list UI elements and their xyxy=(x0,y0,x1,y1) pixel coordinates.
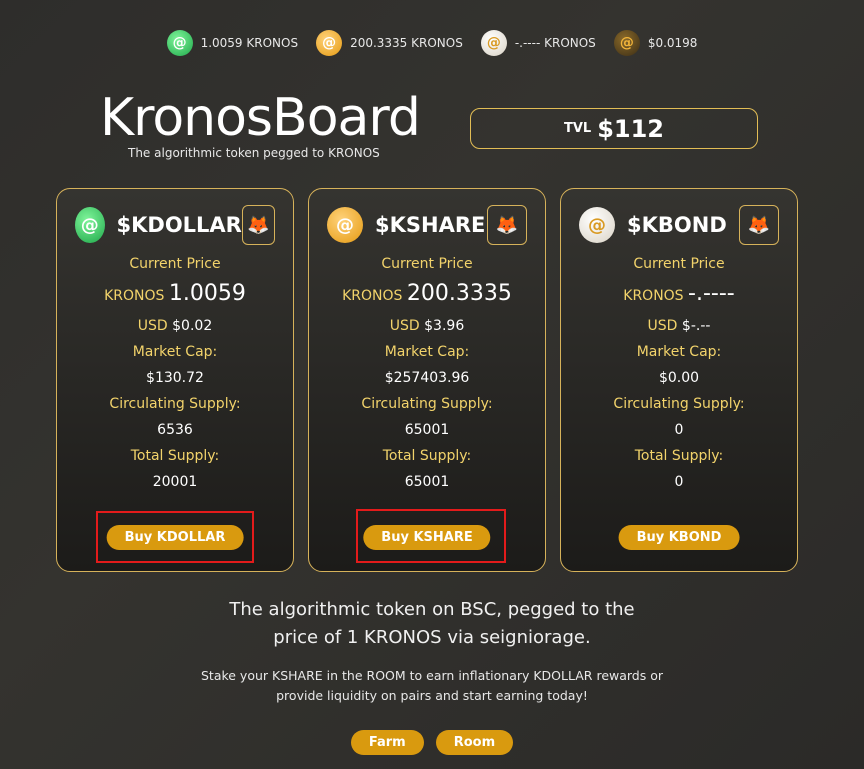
usd-value: $-.-- xyxy=(681,318,711,334)
ticker-kdollar: @ 1.0059 KRONOS xyxy=(166,30,299,56)
circulating-supply-label: Circulating Supply: xyxy=(613,396,745,412)
tagline-line-1: The algorithmic token on BSC, pegged to … xyxy=(229,599,635,620)
page-subtitle: The algorithmic token pegged to KRONOS xyxy=(128,146,380,160)
usd-label: USD xyxy=(389,318,420,334)
circulating-supply-value: 0 xyxy=(674,422,684,438)
total-supply-label: Total Supply: xyxy=(382,448,472,464)
total-supply-label: Total Supply: xyxy=(634,448,724,464)
kronos-coin-icon: @ xyxy=(613,30,640,56)
price-unit: KRONOS xyxy=(104,288,165,304)
total-supply-value: 65001 xyxy=(404,474,450,490)
ticker-kshare: @ 200.3335 KRONOS xyxy=(316,30,463,56)
usd-value: $3.96 xyxy=(424,318,465,334)
current-price-label: Current Price xyxy=(633,256,725,272)
farm-button[interactable]: Farm xyxy=(350,730,424,755)
circulating-supply-label: Circulating Supply: xyxy=(361,396,493,412)
ticker-kshare-text: 200.3335 KRONOS xyxy=(350,36,463,50)
market-cap-label: Market Cap: xyxy=(132,344,218,360)
ticker-kbond: @ -.---- KRONOS xyxy=(480,30,596,56)
highlight-box-kshare xyxy=(356,509,506,563)
market-cap-label: Market Cap: xyxy=(384,344,470,360)
description-line-1: Stake your KSHARE in the ROOM to earn in… xyxy=(200,668,664,683)
usd-label: USD xyxy=(137,318,168,334)
price-unit: KRONOS xyxy=(342,288,403,304)
price-ticker: @ 1.0059 KRONOS @ 200.3335 KRONOS @ -.--… xyxy=(0,30,864,56)
total-supply-value: 20001 xyxy=(152,474,198,490)
price-value: 1.0059 xyxy=(168,281,246,306)
price-unit: KRONOS xyxy=(623,288,684,304)
description: Stake your KSHARE in the ROOM to earn in… xyxy=(0,666,864,706)
tvl-label: TVL xyxy=(563,121,592,136)
description-line-2: provide liquidity on pairs and start ear… xyxy=(276,688,588,703)
ticker-kronos: @ $0.0198 xyxy=(613,30,698,56)
highlight-box-kdollar xyxy=(96,511,254,563)
tagline-line-2: price of 1 KRONOS via seigniorage. xyxy=(273,627,591,648)
kshare-coin-icon: @ xyxy=(316,30,343,56)
card-token-name: $KBOND xyxy=(627,213,727,237)
current-price-label: Current Price xyxy=(129,256,221,272)
market-cap-label: Market Cap: xyxy=(636,344,722,360)
circulating-supply-label: Circulating Supply: xyxy=(109,396,241,412)
price-value: 200.3335 xyxy=(406,281,512,306)
metamask-icon[interactable]: 🦊 xyxy=(487,205,527,245)
market-cap-value: $0.00 xyxy=(658,370,700,386)
total-supply-label: Total Supply: xyxy=(130,448,220,464)
kdollar-coin-icon: @ xyxy=(166,30,193,56)
market-cap-value: $257403.96 xyxy=(384,370,470,386)
price-value: -.---- xyxy=(688,281,735,306)
ticker-kdollar-text: 1.0059 KRONOS xyxy=(200,36,299,50)
ticker-kronos-text: $0.0198 xyxy=(647,36,698,50)
metamask-icon[interactable]: 🦊 xyxy=(241,205,275,245)
total-supply-value: 0 xyxy=(674,474,684,490)
room-button[interactable]: Room xyxy=(435,730,514,755)
usd-label: USD xyxy=(647,318,678,334)
metamask-icon[interactable]: 🦊 xyxy=(739,205,779,245)
kdollar-coin-icon: @ xyxy=(75,207,105,243)
tvl-value: $112 xyxy=(597,114,664,143)
usd-value: $0.02 xyxy=(172,318,213,334)
kbond-coin-icon: @ xyxy=(579,207,615,243)
page-title: KronosBoard xyxy=(100,88,421,148)
tagline: The algorithmic token on BSC, pegged to … xyxy=(0,596,864,652)
card-token-name: $KDOLLAR xyxy=(116,213,242,237)
circulating-supply-value: 65001 xyxy=(404,422,450,438)
kshare-coin-icon: @ xyxy=(327,207,363,243)
kbond-coin-icon: @ xyxy=(480,30,507,56)
current-price-label: Current Price xyxy=(381,256,473,272)
card-token-name: $KSHARE xyxy=(375,213,486,237)
nav-buttons: Farm Room xyxy=(0,730,864,755)
ticker-kbond-text: -.---- KRONOS xyxy=(514,36,596,50)
circulating-supply-value: 6536 xyxy=(157,422,193,438)
market-cap-value: $130.72 xyxy=(146,370,204,386)
kbond-card: @ $KBOND 🦊 Current Price KRONOS -.---- U… xyxy=(560,188,798,572)
buy-kbond-button[interactable]: Buy KBOND xyxy=(618,525,740,550)
tvl-box: TVL $112 xyxy=(470,108,758,149)
